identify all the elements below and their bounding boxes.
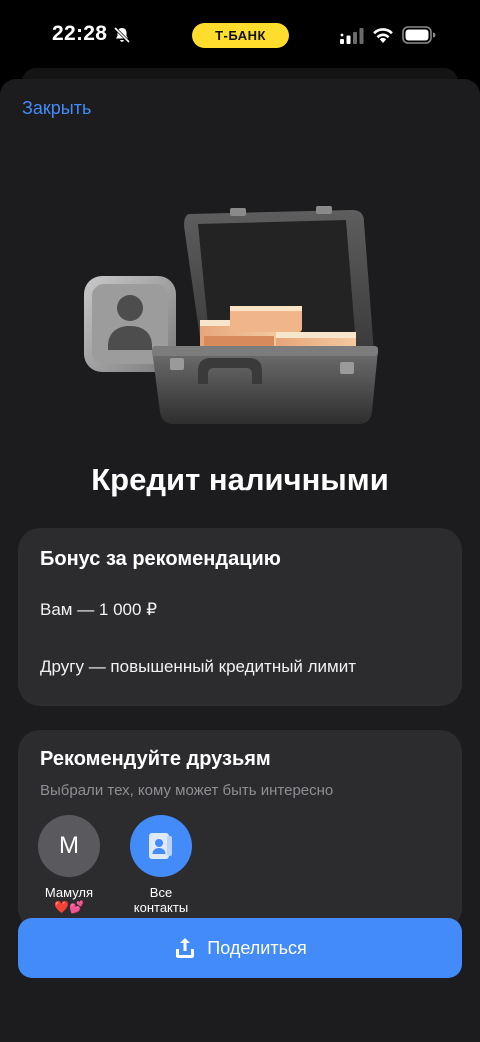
avatar: М: [38, 815, 100, 877]
contacts-book-glyph: [149, 833, 172, 859]
status-bar: 22:28 Т-БАНК: [0, 0, 480, 70]
contact-mamulya[interactable]: М Мамуля ❤️💕: [29, 815, 109, 915]
screen: 22:28 Т-БАНК Закрыть Кредит наличными Бо…: [0, 0, 480, 1042]
bonus-friend: Другу — повышенный кредитный лимит: [40, 657, 357, 676]
avatar-initial: М: [59, 832, 79, 859]
recommend-card: Рекомендуйте друзьям Выбрали тех, кому м…: [18, 730, 462, 930]
all-contacts[interactable]: Все контакты: [121, 815, 201, 915]
share-upload-icon: [176, 938, 195, 958]
all-contacts-line1: Все: [149, 885, 173, 900]
contact-emoji: ❤️💕: [54, 900, 84, 914]
share-button[interactable]: Поделиться: [18, 918, 462, 978]
all-contacts-label: Все контакты: [121, 885, 201, 915]
wifi-icon: [373, 28, 393, 43]
battery-icon: [402, 26, 436, 44]
bonus-you: Вам — 1 000 ₽: [40, 600, 158, 619]
recommend-card-title: Рекомендуйте друзьям: [40, 748, 271, 770]
bell-off-icon: [113, 26, 131, 44]
briefcase-money-illustration: [84, 206, 378, 424]
contacts-book-icon: [130, 815, 192, 877]
bonus-card: Бонус за рекомендацию Вам — 1 000 ₽ Друг…: [18, 528, 462, 706]
contact-name: Мамуля ❤️💕: [29, 885, 109, 915]
recommend-subtitle: Выбрали тех, кому может быть интересно: [40, 782, 334, 799]
page-title: Кредит наличными: [91, 462, 389, 497]
bank-pill[interactable]: Т-БАНК: [192, 23, 289, 48]
share-button-label: Поделиться: [207, 937, 307, 958]
close-button[interactable]: Закрыть: [22, 98, 91, 119]
all-contacts-line2: контакты: [133, 900, 189, 915]
signal-icon: [340, 28, 364, 44]
bonus-card-title: Бонус за рекомендацию: [40, 548, 281, 570]
status-time: 22:28: [52, 22, 108, 45]
contact-name-text: Мамуля: [44, 885, 94, 900]
